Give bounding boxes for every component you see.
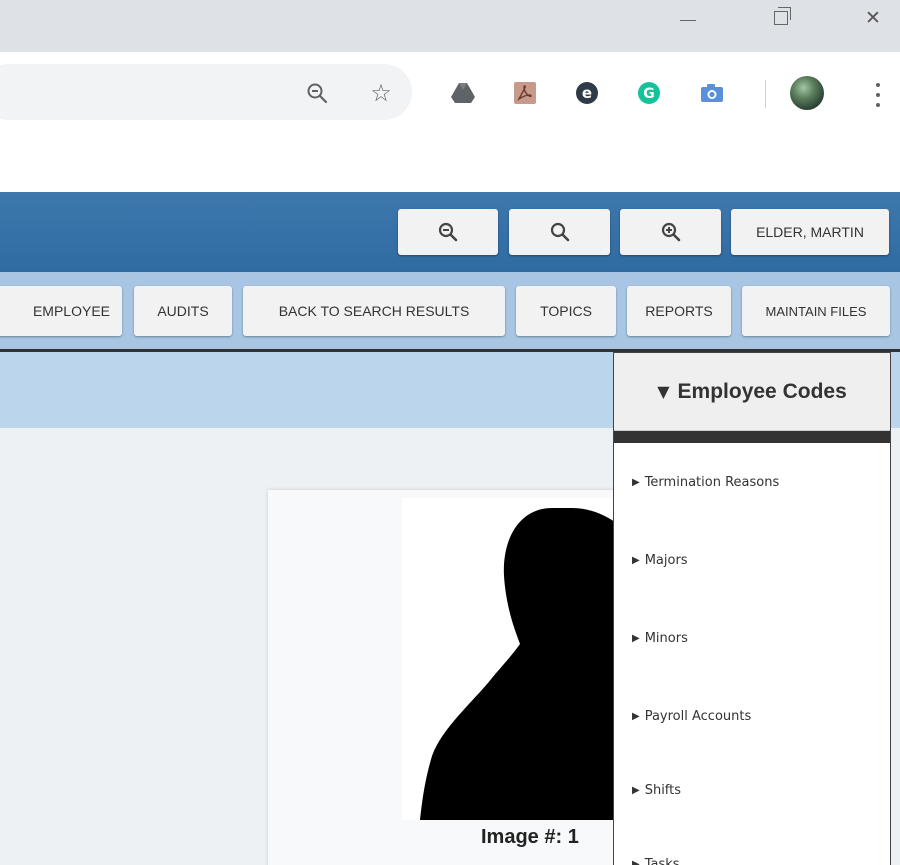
app-header: ELDER, MARTIN [0,192,900,272]
grammarly-icon[interactable]: G [634,78,664,108]
app-window: ✕ ☆ e G ELDER, MARTIN EMPLOYEE AUDITS BA… [0,0,900,865]
code-item-tasks[interactable]: ▶ Tasks [632,853,680,865]
restore-icon [774,7,791,25]
toolbar-separator [765,80,766,108]
employee-photo [402,498,642,820]
zoom-in-icon [661,222,680,242]
minimize-icon [680,19,696,21]
svg-text:G: G [643,86,655,102]
employee-image-card: Image #: 1 [268,490,648,865]
maximize-button[interactable] [758,0,804,36]
caret-right-icon: ▶ [632,858,640,865]
zoom-reset-button[interactable] [509,209,610,255]
code-item-shifts[interactable]: ▶ Shifts [632,779,681,801]
user-menu-button[interactable]: ELDER, MARTIN [731,209,889,255]
caret-right-icon: ▶ [632,784,640,796]
panel-divider [614,431,890,443]
browser-titlebar: ✕ [0,0,900,52]
code-item-minors[interactable]: ▶ Minors [632,627,688,649]
code-item-payroll-accounts[interactable]: ▶ Payroll Accounts [632,705,751,727]
employee-codes-panel: ▼ Employee Codes ▶ Termination Reasons ▶… [613,352,891,865]
profile-avatar[interactable] [790,76,824,110]
bookmark-star-icon[interactable]: ☆ [366,78,396,108]
caret-right-icon: ▶ [632,632,640,644]
zoom-in-button[interactable] [620,209,721,255]
nav-maintain-files-button[interactable]: MAINTAIN FILES [742,286,890,336]
google-drive-icon[interactable] [448,78,478,108]
code-item-termination-reasons[interactable]: ▶ Termination Reasons [632,471,779,493]
user-name: ELDER, MARTIN [756,224,864,240]
person-silhouette-icon [420,508,642,820]
caret-right-icon: ▶ [632,476,640,488]
nav-reports-button[interactable]: REPORTS [627,286,731,336]
nav-back-to-search-button[interactable]: BACK TO SEARCH RESULTS [243,286,505,336]
code-item-majors[interactable]: ▶ Majors [632,549,688,571]
employee-codes-title: Employee Codes [677,379,847,403]
adobe-pdf-icon[interactable] [510,78,540,108]
zoom-out-icon [438,222,458,242]
minimize-button[interactable] [665,0,711,36]
address-bar[interactable] [0,64,412,120]
camera-icon[interactable] [697,78,727,108]
zoom-out-button[interactable] [398,209,498,255]
employee-codes-toggle[interactable]: ▼ Employee Codes [614,353,890,431]
menu-icon[interactable] [868,80,888,110]
caret-right-icon: ▶ [632,710,640,722]
search-icon [550,222,569,242]
nav-audits-button[interactable]: AUDITS [134,286,232,336]
close-icon: ✕ [865,7,881,29]
caret-down-icon: ▼ [657,382,670,401]
svg-text:e: e [582,84,592,102]
zoom-out-icon[interactable] [302,78,332,108]
close-window-button[interactable]: ✕ [850,0,896,36]
main-nav: EMPLOYEE AUDITS BACK TO SEARCH RESULTS T… [0,272,900,352]
nav-employee-button[interactable]: EMPLOYEE [0,286,122,336]
browser-toolbar: ☆ e G [0,52,900,134]
nav-topics-button[interactable]: TOPICS [516,286,616,336]
page-top-spacer [0,134,900,192]
caret-right-icon: ▶ [632,554,640,566]
e-extension-icon[interactable]: e [572,78,602,108]
